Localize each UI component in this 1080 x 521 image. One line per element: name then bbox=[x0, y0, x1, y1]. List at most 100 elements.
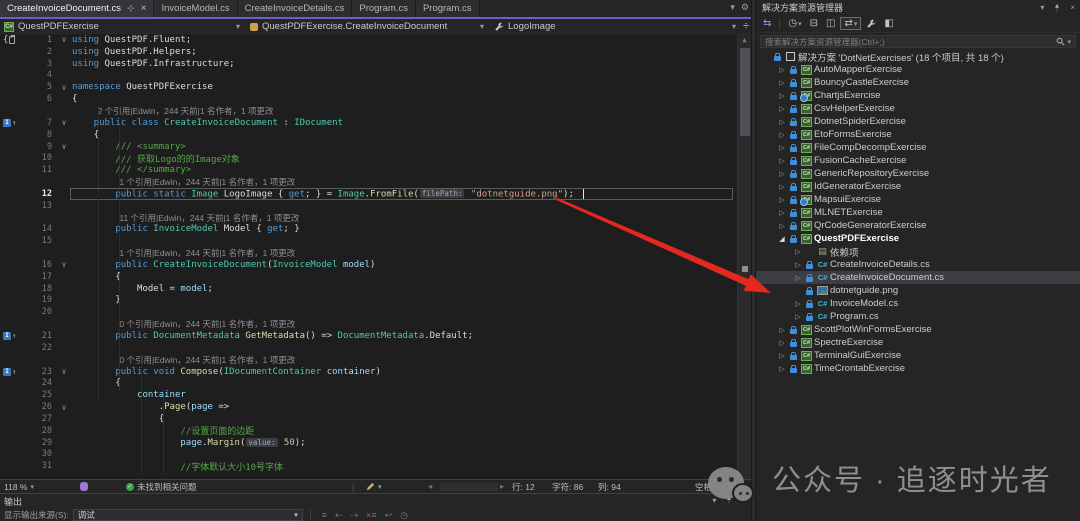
hscroll-left-arrow-icon[interactable]: ◂ bbox=[428, 480, 432, 493]
codelens-row[interactable]: 0 个引用|Edwin，244 天前|1 名作者，1 项更改 bbox=[0, 354, 751, 366]
expand-expander-icon[interactable]: ▷ bbox=[776, 352, 788, 360]
tree-item[interactable]: ▷C#CsvHelperExercise bbox=[756, 102, 1080, 115]
close-icon[interactable]: × bbox=[141, 4, 147, 13]
solution-explorer-search-box[interactable]: 搜索解决方案资源管理器(Ctrl+;) ▾ bbox=[760, 35, 1076, 48]
pin-icon[interactable] bbox=[1053, 4, 1061, 12]
switch-views-icon[interactable]: ⇆ bbox=[760, 18, 774, 29]
output-source-select[interactable]: 调试 ▾ bbox=[73, 509, 303, 521]
code-line[interactable]: 30 bbox=[0, 449, 751, 461]
code-line[interactable]: 3using QuestPDF.Infrastructure; bbox=[0, 58, 751, 70]
clear-all-icon[interactable]: ×≡ bbox=[362, 510, 381, 521]
expand-expander-icon[interactable]: ▷ bbox=[776, 66, 788, 74]
code-line[interactable]: {1∨using QuestPDF.Fluent; bbox=[0, 34, 751, 46]
document-health-indicator[interactable]: ✓ 未找到相关问题 bbox=[126, 480, 197, 493]
document-tab[interactable]: Program.cs bbox=[352, 0, 416, 17]
code-line[interactable]: 8 { bbox=[0, 129, 751, 141]
code-line[interactable]: 19 } bbox=[0, 295, 751, 307]
code-line[interactable]: 20 bbox=[0, 306, 751, 318]
prev-message-icon[interactable]: ⇠ bbox=[331, 510, 347, 521]
tree-item[interactable]: ▷C#MapsuiExercise bbox=[756, 193, 1080, 206]
expand-expander-icon[interactable]: ▷ bbox=[776, 339, 788, 347]
collapse-all-icon[interactable]: ⊟ bbox=[807, 18, 821, 29]
tree-item[interactable]: ▷C#ScottPlotWinFormsExercise bbox=[756, 323, 1080, 336]
fold-chevron-icon[interactable]: ∨ bbox=[56, 118, 72, 127]
scroll-up-arrow-icon[interactable]: ▲ bbox=[738, 34, 751, 46]
code-line[interactable]: 28 //设置页面的边距 bbox=[0, 425, 751, 437]
expand-expander-icon[interactable]: ▷ bbox=[776, 118, 788, 126]
member-dropdown[interactable]: LogoImage ▾ bbox=[494, 19, 740, 34]
zoom-control[interactable]: 118 % ▾ bbox=[4, 480, 34, 493]
fold-chevron-icon[interactable]: ∨ bbox=[56, 83, 72, 92]
code-line[interactable]: I↑23∨ public void Compose(IDocumentConta… bbox=[0, 366, 751, 378]
tree-item[interactable]: ▷C#FusionCacheExercise bbox=[756, 154, 1080, 167]
type-dropdown[interactable]: QuestPDFExercise.CreateInvoiceDocument ▾ bbox=[250, 19, 488, 34]
close-icon[interactable]: × bbox=[742, 496, 747, 505]
code-line[interactable]: 22 bbox=[0, 342, 751, 354]
split-window-button[interactable]: ÷ bbox=[743, 20, 749, 32]
collapse-expander-icon[interactable]: ◢ bbox=[776, 235, 788, 243]
code-line[interactable]: 12 public static Image LogoImage { get; … bbox=[0, 188, 751, 200]
tree-item[interactable]: ▷▤依赖项 bbox=[756, 245, 1080, 258]
expand-expander-icon[interactable]: ▷ bbox=[792, 300, 804, 308]
tree-item[interactable]: ▷C#CreateInvoiceDetails.cs bbox=[756, 258, 1080, 271]
messages-list-icon[interactable]: ≡ bbox=[318, 510, 331, 521]
tree-item[interactable]: ▷C#DotnetSpiderExercise bbox=[756, 115, 1080, 128]
pin-icon[interactable]: ⊹ bbox=[127, 4, 135, 13]
tree-item[interactable]: ▷C#TimeCrontabExercise bbox=[756, 362, 1080, 375]
expand-expander-icon[interactable]: ▷ bbox=[792, 248, 804, 256]
document-tab[interactable]: Program.cs bbox=[416, 0, 480, 17]
code-line[interactable]: 29 page.Margin(value: 50); bbox=[0, 437, 751, 449]
code-line[interactable]: 2using QuestPDF.Helpers; bbox=[0, 46, 751, 58]
expand-expander-icon[interactable]: ▷ bbox=[776, 157, 788, 165]
expand-expander-icon[interactable]: ▷ bbox=[776, 144, 788, 152]
preview-selected-items-icon[interactable]: ◧ bbox=[881, 18, 896, 29]
show-all-files-icon[interactable]: ◫ bbox=[823, 18, 838, 29]
expand-expander-icon[interactable]: ▷ bbox=[776, 79, 788, 87]
code-line[interactable]: 4 bbox=[0, 70, 751, 82]
expand-expander-icon[interactable]: ▷ bbox=[776, 209, 788, 217]
implements-interface-icon[interactable]: I bbox=[3, 332, 11, 340]
tree-item[interactable]: ▷C#TerminalGuiExercise bbox=[756, 349, 1080, 362]
edit-filter-control[interactable]: ▾ bbox=[366, 480, 382, 493]
expand-expander-icon[interactable]: ▷ bbox=[776, 131, 788, 139]
codelens-row[interactable]: 1 个引用|Edwin，244 天前|1 名作者，1 项更改 bbox=[0, 176, 751, 188]
code-line[interactable]: 26∨ .Page(page => bbox=[0, 401, 751, 413]
tab-overflow-chevron-icon[interactable]: ▾ bbox=[730, 2, 735, 13]
window-position-chevron-icon[interactable]: ▾ bbox=[1040, 3, 1044, 12]
indicator-icon[interactable] bbox=[80, 480, 88, 493]
code-line[interactable]: 27 { bbox=[0, 413, 751, 425]
implements-interface-icon[interactable]: I bbox=[3, 368, 11, 376]
tree-item[interactable]: ▷C#GenericRepositoryExercise bbox=[756, 167, 1080, 180]
window-position-chevron-icon[interactable]: ▾ bbox=[712, 496, 716, 505]
tree-item[interactable]: ▷C#BouncyCastleExercise bbox=[756, 76, 1080, 89]
pending-changes-filter-icon[interactable]: ◷▾ bbox=[785, 18, 804, 29]
tree-item[interactable]: ▷C#QrCodeGeneratorExercise bbox=[756, 219, 1080, 232]
fold-chevron-icon[interactable]: ∨ bbox=[56, 403, 72, 412]
document-tab[interactable]: CreateInvoiceDocument.cs⊹× bbox=[0, 0, 154, 17]
expand-expander-icon[interactable]: ▷ bbox=[776, 196, 788, 204]
tree-item[interactable]: ◢C#QuestPDFExercise bbox=[756, 232, 1080, 245]
tree-item[interactable]: ▷C#Program.cs bbox=[756, 310, 1080, 323]
sync-with-active-document-icon[interactable]: ⇄▾ bbox=[840, 17, 861, 30]
codelens-row[interactable]: 2 个引用|Edwin，244 天前|1 名作者，1 项更改 bbox=[0, 105, 751, 117]
code-line[interactable]: 9∨ /// <summary> bbox=[0, 141, 751, 153]
code-editor[interactable]: {1∨using QuestPDF.Fluent;2using QuestPDF… bbox=[0, 34, 751, 479]
code-line[interactable]: 6{ bbox=[0, 93, 751, 105]
tree-item[interactable]: ▷C#CreateInvoiceDocument.cs bbox=[756, 271, 1080, 284]
code-line[interactable]: 16∨ public CreateInvoiceDocument(Invoice… bbox=[0, 259, 751, 271]
code-line[interactable]: 24 { bbox=[0, 377, 751, 389]
expand-expander-icon[interactable]: ▷ bbox=[792, 261, 804, 269]
tree-item[interactable]: ▷C#IdGeneratorExercise bbox=[756, 180, 1080, 193]
horizontal-scrollbar[interactable] bbox=[440, 483, 498, 491]
properties-wrench-icon[interactable] bbox=[863, 19, 879, 29]
expand-expander-icon[interactable]: ▷ bbox=[776, 105, 788, 113]
timestamp-icon[interactable]: ◷ bbox=[396, 510, 412, 521]
tree-item[interactable]: ▷C#InvoiceModel.cs bbox=[756, 297, 1080, 310]
tree-item[interactable]: dotnetguide.png bbox=[756, 284, 1080, 297]
code-line[interactable]: 17 { bbox=[0, 271, 751, 283]
code-line[interactable]: I↑21 public DocumentMetadata GetMetadata… bbox=[0, 330, 751, 342]
code-line[interactable]: 10 /// 获取Logo的的Image对象 bbox=[0, 152, 751, 164]
project-dropdown[interactable]: C# QuestPDFExercise ▾ bbox=[4, 19, 244, 34]
expand-expander-icon[interactable]: ▷ bbox=[792, 313, 804, 321]
expand-expander-icon[interactable]: ▷ bbox=[776, 92, 788, 100]
